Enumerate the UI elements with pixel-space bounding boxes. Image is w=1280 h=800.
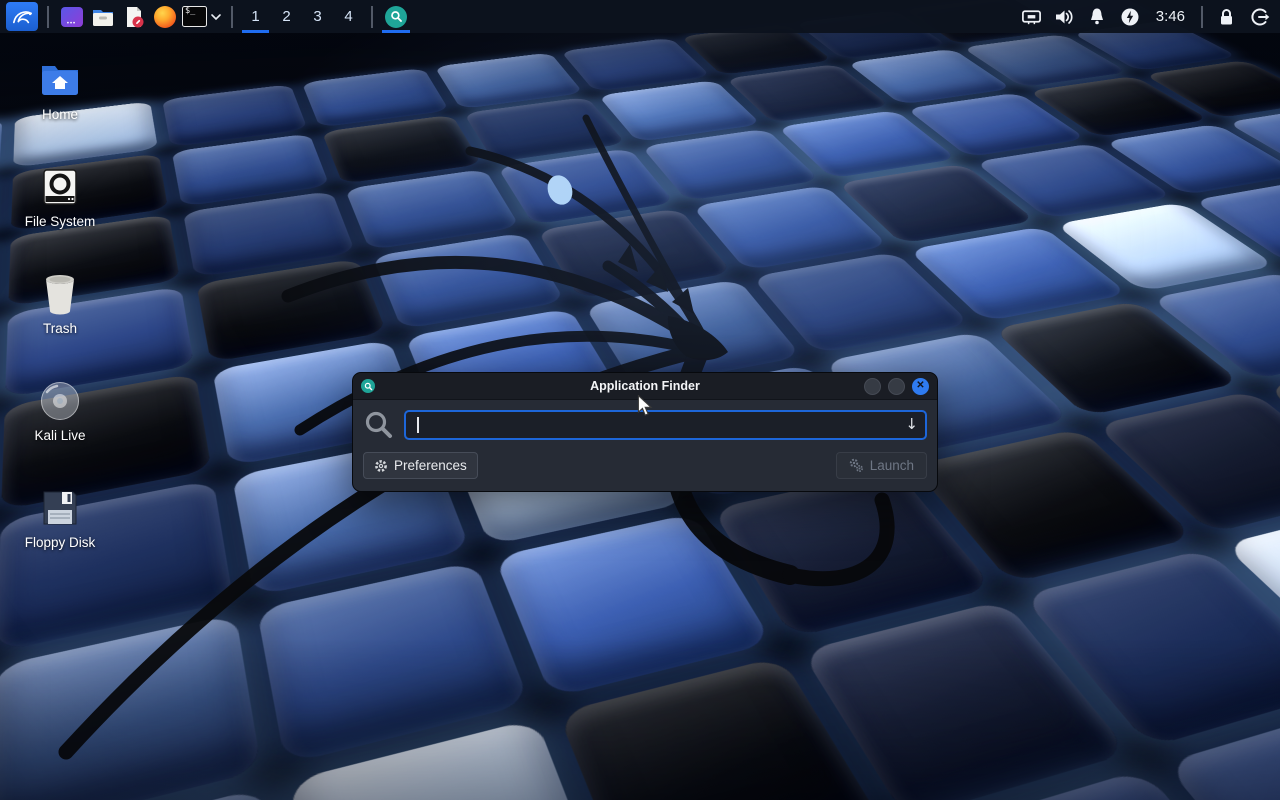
window-title: Application Finder (353, 379, 937, 393)
application-finder-window: Application Finder ✕ ↓ (352, 372, 938, 492)
logout-icon[interactable] (1243, 0, 1276, 33)
clock[interactable]: 3:46 (1147, 0, 1194, 33)
firefox-icon (154, 6, 176, 28)
desktop-icon-file-system[interactable]: File System (8, 165, 112, 229)
preferences-label: Preferences (394, 458, 467, 473)
panel-separator (47, 6, 49, 28)
run-gears-icon (849, 458, 864, 473)
power-manager-icon[interactable] (1114, 0, 1147, 33)
optical-disc-icon (39, 379, 81, 423)
launcher-web-browser[interactable] (149, 0, 180, 33)
notifications-bell-icon[interactable] (1081, 0, 1114, 33)
panel-separator (231, 6, 233, 28)
active-workspace-indicator (242, 30, 269, 33)
preferences-button[interactable]: Preferences (363, 452, 478, 479)
launch-button[interactable]: Launch (836, 452, 927, 479)
desktop-icon-label: File System (25, 214, 96, 229)
active-window-indicator (382, 30, 410, 33)
app-finder-window-icon (361, 379, 375, 393)
volume-tray-icon[interactable] (1048, 0, 1081, 33)
panel-separator (371, 6, 373, 28)
file-system-drive-icon (40, 165, 80, 209)
workspace-label: 1 (251, 8, 259, 25)
desktop: ••• $_ (0, 0, 1280, 800)
desktop-icon-floppy-disk[interactable]: Floppy Disk (8, 486, 112, 550)
launcher-text-editor[interactable] (118, 0, 149, 33)
workspace-label: 3 (313, 8, 321, 25)
network-tray-icon[interactable] (1015, 0, 1048, 33)
floppy-disk-icon (40, 486, 80, 530)
kali-logo-icon (11, 7, 33, 27)
chevron-down-icon (210, 13, 222, 21)
launch-label: Launch (870, 458, 914, 473)
desktop-icon-label: Floppy Disk (25, 535, 96, 550)
top-panel: ••• $_ (0, 0, 1280, 33)
minimize-button[interactable] (864, 378, 881, 395)
desktop-icon-trash[interactable]: Trash (8, 272, 112, 336)
purple-window-icon: ••• (61, 7, 83, 27)
home-folder-icon (39, 58, 81, 102)
desktop-icon-label: Home (42, 107, 78, 122)
lock-screen-icon[interactable] (1210, 0, 1243, 33)
workspace-1-button[interactable]: 1 (240, 0, 271, 33)
launcher-terminal[interactable]: $_ (180, 0, 224, 33)
workspace-4-button[interactable]: 4 (333, 0, 364, 33)
workspace-label: 2 (282, 8, 290, 25)
panel-separator (1201, 6, 1203, 28)
search-icon (363, 409, 395, 441)
close-button[interactable]: ✕ (912, 378, 929, 395)
terminal-icon: $_ (182, 6, 207, 27)
desktop-icon-label: Trash (43, 321, 77, 336)
file-manager-icon (91, 6, 115, 28)
app-finder-icon (385, 6, 407, 28)
workspace-3-button[interactable]: 3 (302, 0, 333, 33)
taskbar-application-finder[interactable] (380, 0, 412, 33)
launcher-file-manager[interactable] (87, 0, 118, 33)
trash-icon (41, 272, 79, 316)
launcher-desktop-settings[interactable]: ••• (56, 0, 87, 33)
applications-menu-button[interactable] (6, 2, 38, 31)
desktop-icon-kali-live[interactable]: Kali Live (8, 379, 112, 443)
text-editor-icon (122, 5, 146, 29)
dialog-body: ↓ Preferences (353, 400, 937, 491)
workspace-2-button[interactable]: 2 (271, 0, 302, 33)
titlebar[interactable]: Application Finder ✕ (353, 373, 937, 400)
search-input[interactable] (404, 410, 927, 440)
desktop-icon-home[interactable]: Home (8, 58, 112, 122)
gear-icon (374, 459, 388, 473)
text-caret (417, 417, 419, 433)
workspace-label: 4 (344, 8, 352, 25)
maximize-button[interactable] (888, 378, 905, 395)
desktop-icon-label: Kali Live (34, 428, 85, 443)
